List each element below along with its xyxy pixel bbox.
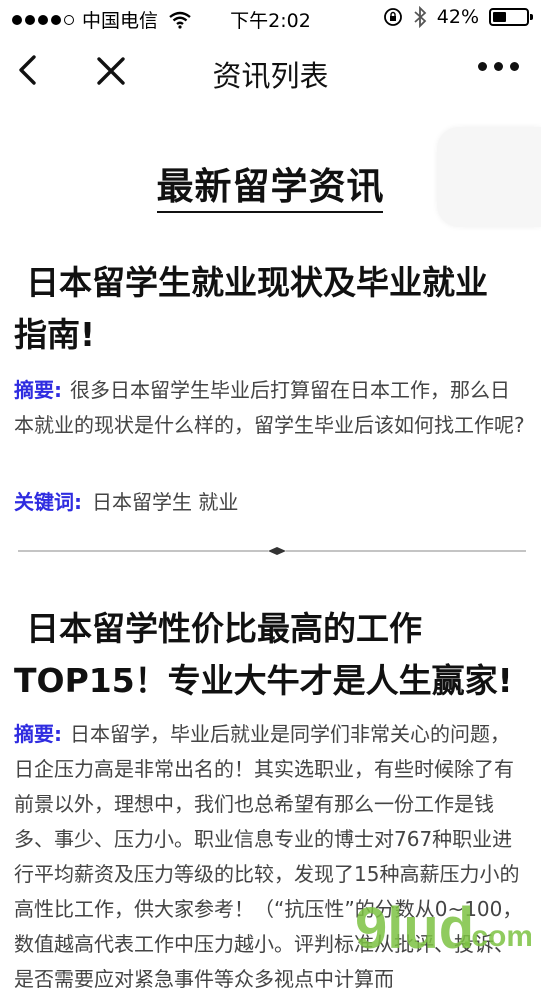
bluetooth-icon	[414, 6, 427, 28]
article-title[interactable]: 日本留学性价比最高的工作 TOP15！专业大牛才是人生赢家!	[14, 603, 524, 707]
article-title-line: 指南!	[14, 315, 96, 354]
summary-label: 摘要:	[14, 722, 62, 746]
rotation-lock-icon	[383, 8, 402, 26]
article-title-line: TOP15！专业大牛才是人生赢家!	[14, 661, 513, 700]
more-button[interactable]	[478, 62, 519, 71]
summary-text: 很多日本留学生毕业后打算留在日本工作，那么日本就业的现状是什么样的，留学生毕业后…	[14, 378, 525, 437]
status-bar: 中国电信 下午2:02 42%	[0, 0, 541, 36]
more-dots-icon	[478, 62, 487, 71]
article-summary: 摘要: 很多日本留学生毕业后打算留在日本工作，那么日本就业的现状是什么样的，留学生…	[14, 373, 526, 443]
keywords-text: 日本留学生 就业	[92, 490, 239, 514]
article-title-line: 日本留学性价比最高的工作	[26, 609, 422, 648]
article-summary: 摘要: 日本留学，毕业后就业是同学们非常关心的问题，日企压力高是非常出名的！其实选…	[14, 717, 526, 997]
section-divider	[18, 547, 526, 555]
article-keywords: 关键词: 日本留学生 就业	[14, 486, 238, 515]
summary-label: 摘要:	[14, 378, 62, 402]
status-right: 42%	[383, 6, 533, 28]
nav-bar: 资讯列表	[0, 38, 541, 104]
summary-text: 日本留学，毕业后就业是同学们非常关心的问题，日企压力高是非常出名的！其实选职业，…	[14, 722, 523, 991]
nav-title: 资讯列表	[212, 59, 329, 93]
article-title-line: 日本留学生就业现状及毕业就业	[26, 263, 488, 302]
battery-percent: 42%	[436, 6, 479, 28]
battery-icon	[489, 8, 533, 26]
title-underline	[157, 211, 383, 213]
article-title[interactable]: 日本留学生就业现状及毕业就业 指南!	[14, 257, 524, 361]
page-title: 最新留学资讯	[156, 165, 385, 208]
keywords-label: 关键词:	[14, 490, 82, 514]
